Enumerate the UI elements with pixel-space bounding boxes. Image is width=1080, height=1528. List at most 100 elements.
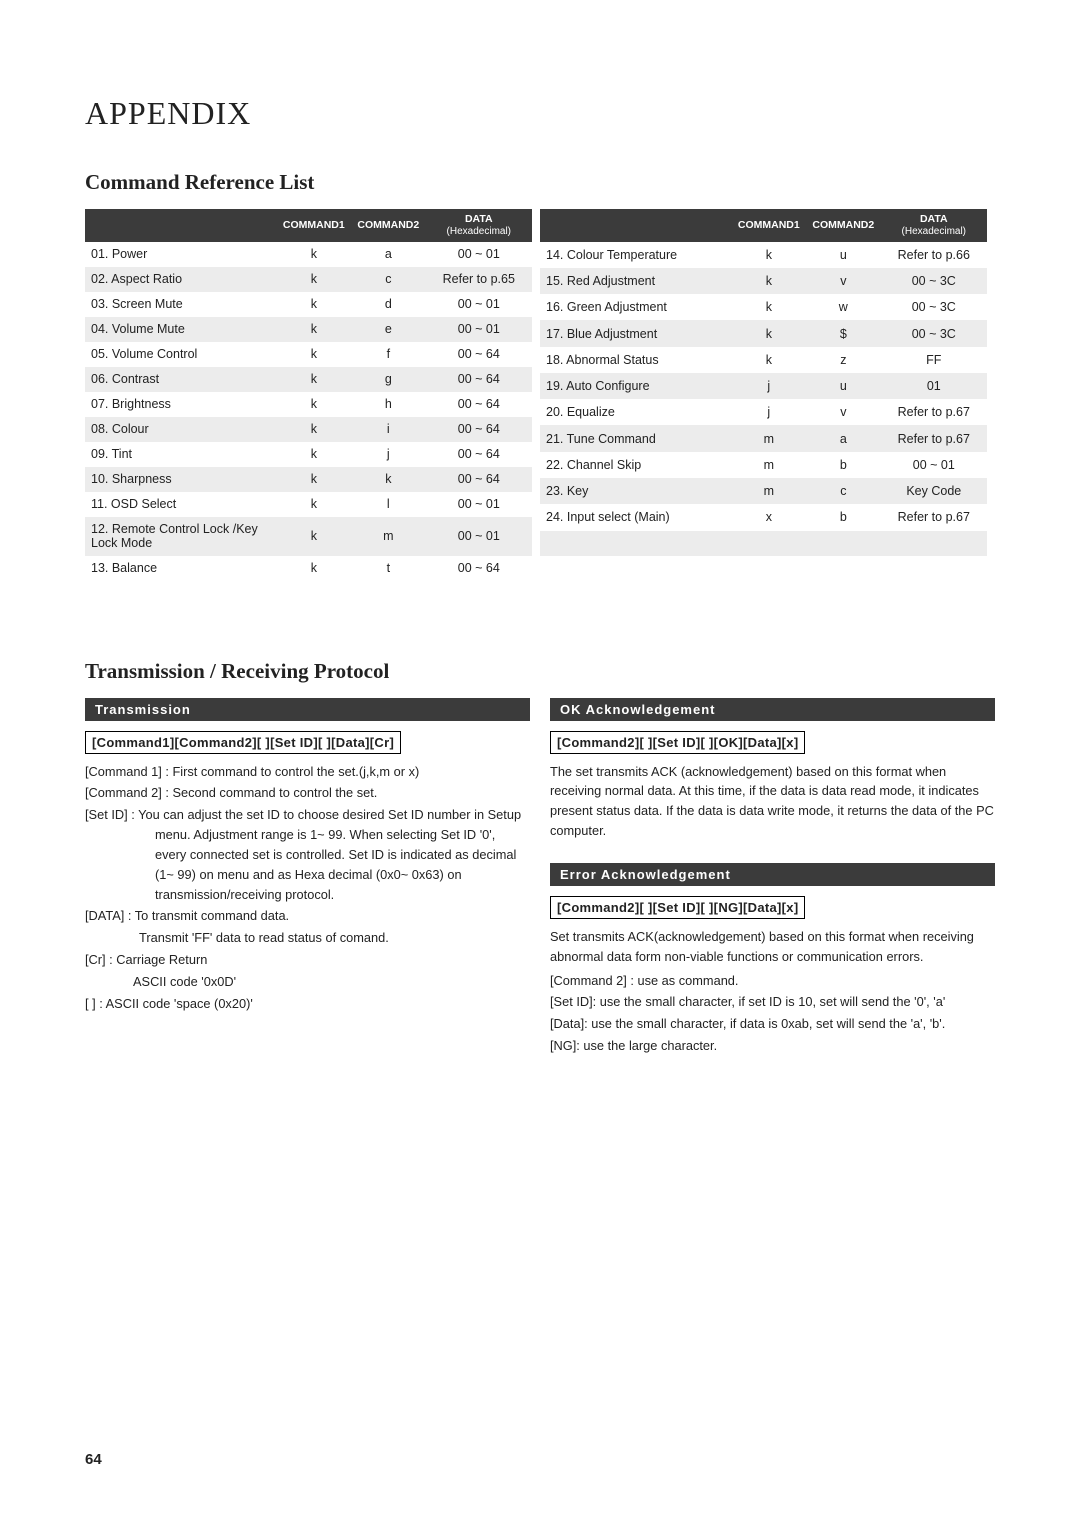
cell-command2: v [806,268,881,294]
col-data: DATA(Hexadecimal) [426,209,532,242]
col-command1: COMMAND1 [732,209,807,242]
cell-name: 14. Colour Temperature [540,242,732,268]
cell-data: 00 ~ 01 [426,292,532,317]
cell-command2: d [351,292,426,317]
table-row: 01. Powerka00 ~ 01 [85,242,532,267]
cell-name: 17. Blue Adjustment [540,320,732,346]
page-title: APPENDIX [85,95,995,132]
cell-data: 00 ~ 64 [426,467,532,492]
cell-data: 00 ~ 64 [426,392,532,417]
cell-command2: a [806,425,881,451]
command-tables: COMMAND1 COMMAND2 DATA(Hexadecimal) 01. … [85,209,995,581]
table-row: 19. Auto Configureju01 [540,373,987,399]
table-row: 08. Colourki00 ~ 64 [85,417,532,442]
text-line: [Set ID] : You can adjust the set ID to … [85,805,530,904]
cell-command2: i [351,417,426,442]
format-ok: [Command2][ ][Set ID][ ][OK][Data][x] [550,731,805,754]
cell-name: 02. Aspect Ratio [85,267,277,292]
cell-command2: l [351,492,426,517]
table-row [540,556,987,581]
protocol-right-column: OK Acknowledgement [Command2][ ][Set ID]… [550,698,995,1058]
table-row: 17. Blue Adjustmentk$00 ~ 3C [540,320,987,346]
cell-command1: k [732,242,807,268]
cell-data: 00 ~ 01 [881,452,987,478]
table-row: 05. Volume Controlkf00 ~ 64 [85,342,532,367]
cell-data: 00 ~ 3C [881,320,987,346]
cell-command1: k [732,320,807,346]
cell-name: 01. Power [85,242,277,267]
cell-name: 15. Red Adjustment [540,268,732,294]
table-row [540,531,987,556]
table-row: 07. Brightnesskh00 ~ 64 [85,392,532,417]
cell-data: Refer to p.66 [881,242,987,268]
cell-data: 00 ~ 01 [426,242,532,267]
text-line: ASCII code '0x0D' [85,972,530,992]
text-line: [NG]: use the large character. [550,1036,995,1056]
cell-name: 19. Auto Configure [540,373,732,399]
text-line: [Data]: use the small character, if data… [550,1014,995,1034]
text-line: [Cr] : Carriage Return [85,950,530,970]
text-line: Transmit 'FF' data to read status of com… [85,928,530,948]
table-row: 16. Green Adjustmentkw00 ~ 3C [540,294,987,320]
error-body: Set transmits ACK(acknowledgement) based… [550,927,995,1056]
table-row: 04. Volume Muteke00 ~ 01 [85,317,532,342]
cell-command1: k [277,556,352,581]
transmission-body: [Command 1] : First command to control t… [85,762,530,1014]
text-line: [Set ID]: use the small character, if se… [550,992,995,1012]
bar-error-ack: Error Acknowledgement [550,863,995,886]
cell-name: 06. Contrast [85,367,277,392]
bar-transmission: Transmission [85,698,530,721]
cell-command1: k [277,242,352,267]
cell-command2: v [806,399,881,425]
cell-command2: a [351,242,426,267]
cell-name: 03. Screen Mute [85,292,277,317]
cell-command2: u [806,373,881,399]
cell-name: 24. Input select (Main) [540,504,732,530]
cell-command1: k [277,342,352,367]
cell-command2: h [351,392,426,417]
cell-command2: m [351,517,426,556]
section-command-reference: Command Reference List [85,170,995,195]
table-row: 02. Aspect RatiokcRefer to p.65 [85,267,532,292]
command-table-right: COMMAND1 COMMAND2 DATA(Hexadecimal) 14. … [540,209,987,581]
cell-command1: k [277,267,352,292]
section-protocol: Transmission / Receiving Protocol [85,659,995,684]
cell-command2: j [351,442,426,467]
cell-command2: $ [806,320,881,346]
cell-command1: k [732,268,807,294]
cell-name: 08. Colour [85,417,277,442]
cell-command1: x [732,504,807,530]
table-row: 23. KeymcKey Code [540,478,987,504]
table-row: 10. Sharpnesskk00 ~ 64 [85,467,532,492]
cell-data: 00 ~ 01 [426,492,532,517]
cell-data: 00 ~ 3C [881,268,987,294]
cell-name: 16. Green Adjustment [540,294,732,320]
cell-data: 00 ~ 64 [426,417,532,442]
cell-data: 00 ~ 01 [426,517,532,556]
text-line: [DATA] : To transmit command data. [85,906,530,926]
text-line: [Command 1] : First command to control t… [85,762,530,782]
table-row: 15. Red Adjustmentkv00 ~ 3C [540,268,987,294]
cell-command2: e [351,317,426,342]
cell-data: FF [881,347,987,373]
cell-command2: b [806,504,881,530]
format-err: [Command2][ ][Set ID][ ][NG][Data][x] [550,896,805,919]
cell-command1: k [277,517,352,556]
cell-name: 07. Brightness [85,392,277,417]
protocol-columns: Transmission [Command1][Command2][ ][Set… [85,698,995,1058]
command-table-left: COMMAND1 COMMAND2 DATA(Hexadecimal) 01. … [85,209,532,581]
table-row: 13. Balancekt00 ~ 64 [85,556,532,581]
cell-command2: z [806,347,881,373]
cell-command1: k [732,294,807,320]
cell-command2: g [351,367,426,392]
table-row: 03. Screen Mutekd00 ~ 01 [85,292,532,317]
protocol-left-column: Transmission [Command1][Command2][ ][Set… [85,698,530,1058]
cell-data: 00 ~ 64 [426,367,532,392]
cell-command2: w [806,294,881,320]
col-command2: COMMAND2 [351,209,426,242]
table-row: 18. Abnormal StatuskzFF [540,347,987,373]
bar-ok-ack: OK Acknowledgement [550,698,995,721]
table-row: 14. Colour TemperaturekuRefer to p.66 [540,242,987,268]
text-line: [Command 2] : use as command. [550,971,995,991]
cell-name: 09. Tint [85,442,277,467]
